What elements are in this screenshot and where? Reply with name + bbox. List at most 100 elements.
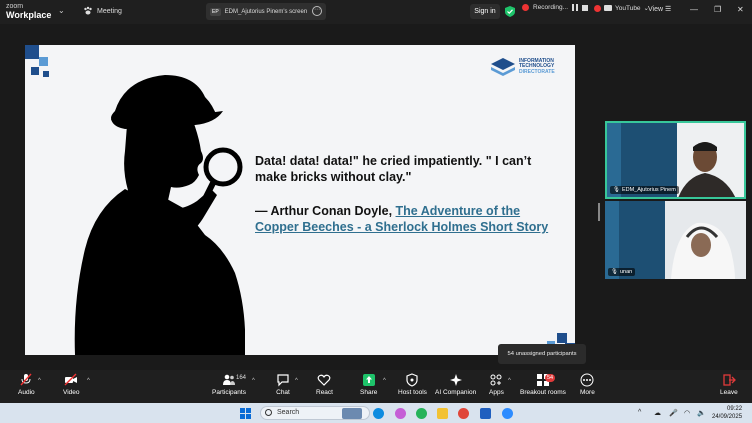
participant-name-tag: 🎙 EDM_Ajutorius Pinem bbox=[610, 186, 679, 194]
video-tile[interactable]: 🎙 unan bbox=[605, 201, 746, 279]
search-icon bbox=[265, 409, 272, 416]
restore-icon[interactable]: ❐ bbox=[714, 5, 721, 14]
host-tools-button[interactable]: Host tools bbox=[398, 373, 427, 396]
participant-name-tag: 🎙 unan bbox=[608, 268, 636, 276]
close-icon[interactable]: ✕ bbox=[737, 5, 744, 14]
chat-label: Chat bbox=[276, 389, 290, 396]
participants-icon bbox=[222, 374, 235, 385]
chevron-up-icon[interactable]: ^ bbox=[383, 378, 386, 384]
video-label: Video bbox=[63, 389, 80, 396]
recording-label: Recording... bbox=[533, 4, 569, 11]
breakout-badge: 54 bbox=[545, 374, 556, 382]
ai-companion-button[interactable]: AI Companion bbox=[435, 373, 476, 396]
share-button[interactable]: Share bbox=[360, 373, 377, 396]
react-button[interactable]: React bbox=[316, 373, 333, 396]
meeting-label: Meeting bbox=[97, 7, 122, 15]
share-label: Share bbox=[360, 389, 378, 396]
participants-count: 164 bbox=[236, 375, 247, 381]
mic-icon[interactable]: 🎤 bbox=[669, 409, 678, 417]
youtube-stream-indicator[interactable]: YouTube ⌄ bbox=[594, 4, 649, 12]
video-button[interactable]: Video bbox=[63, 373, 80, 396]
author-prefix: — Arthur Conan Doyle, bbox=[255, 204, 393, 218]
view-menu-icon: ☰ bbox=[665, 6, 672, 13]
microphone-muted-icon: 🎙 bbox=[613, 187, 620, 193]
copilot-icon[interactable] bbox=[395, 408, 406, 419]
meeting-toolbar: Audio ^ Video ^ Participants 164 ^ Chat … bbox=[0, 370, 752, 403]
sparkle-icon bbox=[449, 374, 462, 386]
video-off-icon bbox=[64, 373, 78, 386]
wifi-icon[interactable]: ◠ bbox=[684, 409, 690, 417]
chevron-up-icon[interactable]: ^ bbox=[87, 378, 90, 384]
pause-icon[interactable] bbox=[572, 4, 579, 11]
windows-start-icon[interactable] bbox=[240, 408, 251, 419]
microphone-muted-icon bbox=[20, 373, 32, 386]
chevron-up-icon[interactable]: ^ bbox=[508, 378, 511, 384]
zoom-taskbar-icon[interactable] bbox=[502, 408, 513, 419]
chevron-up-icon[interactable]: ^ bbox=[638, 409, 641, 416]
breakout-tooltip: 54 unassigned participants bbox=[498, 344, 586, 364]
youtube-label: YouTube bbox=[615, 4, 641, 12]
widget-icon[interactable] bbox=[342, 408, 362, 419]
chrome-icon[interactable] bbox=[458, 408, 469, 419]
leave-label: Leave bbox=[720, 389, 738, 396]
heart-icon bbox=[318, 374, 331, 386]
chat-button[interactable]: Chat bbox=[276, 373, 290, 396]
host-tools-label: Host tools bbox=[398, 389, 427, 396]
paw-icon bbox=[84, 6, 92, 15]
logo-line: DIRECTORATE bbox=[519, 68, 555, 75]
chevron-up-icon[interactable]: ^ bbox=[295, 378, 298, 384]
chat-icon bbox=[277, 374, 289, 387]
title-bar: zoom Workplace ⌄ Meeting EP EDM_Ajutoriu… bbox=[0, 0, 752, 24]
corner-squares-decoration bbox=[25, 45, 49, 77]
more-button[interactable]: More bbox=[580, 373, 595, 396]
more-label: More bbox=[580, 389, 595, 396]
video-tile[interactable]: 🎙 EDM_Ajutorius Pinem bbox=[605, 121, 746, 199]
recording-indicator[interactable]: Recording... bbox=[522, 4, 589, 11]
meeting-menu[interactable]: Meeting bbox=[83, 6, 122, 16]
more-icon bbox=[580, 373, 594, 387]
itd-logo-icon bbox=[491, 58, 515, 76]
shared-screen-title: EDM_Ajutorius Pinem's screen bbox=[224, 8, 308, 15]
react-label: React bbox=[316, 389, 333, 396]
slide-author: — Arthur Conan Doyle, The Adventure of t… bbox=[255, 203, 555, 235]
edge-icon[interactable] bbox=[373, 408, 384, 419]
youtube-icon bbox=[604, 5, 612, 11]
apps-button[interactable]: Apps bbox=[489, 373, 504, 396]
shield-check-icon[interactable] bbox=[505, 6, 515, 17]
audio-label: Audio bbox=[18, 389, 35, 396]
chevron-up-icon[interactable]: ^ bbox=[252, 378, 255, 384]
stop-icon[interactable] bbox=[582, 4, 589, 11]
shared-slide: INFORMATION TECHNOLOGY DIRECTORATE Data!… bbox=[25, 45, 575, 355]
participant-name: unan bbox=[619, 269, 633, 275]
presenter-avatar: EP bbox=[210, 7, 221, 16]
breakout-rooms-label: Breakout rooms bbox=[520, 389, 566, 396]
slide-quote: Data! data! data!" he cried impatiently.… bbox=[255, 154, 532, 184]
leave-icon bbox=[723, 374, 736, 386]
taskbar-clock[interactable]: 09:22 24/09/2025 bbox=[712, 405, 742, 421]
leave-button[interactable]: Leave bbox=[720, 373, 738, 396]
breakout-rooms-button[interactable]: Breakout rooms bbox=[520, 373, 566, 396]
chevron-up-icon[interactable]: ^ bbox=[38, 378, 41, 384]
speaker-icon[interactable]: 🔈 bbox=[697, 409, 706, 417]
view-menu[interactable]: View ☰ bbox=[648, 5, 671, 13]
shield-icon bbox=[406, 373, 419, 387]
brand-workplace: Workplace bbox=[6, 10, 52, 20]
panel-resize-handle[interactable] bbox=[598, 203, 600, 221]
apps-icon bbox=[490, 374, 502, 386]
clock-time: 09:22 bbox=[727, 406, 743, 412]
whatsapp-icon[interactable] bbox=[416, 408, 427, 419]
apps-label: Apps bbox=[489, 389, 504, 396]
shared-screen-tab[interactable]: EP EDM_Ajutorius Pinem's screen ⋯ bbox=[206, 3, 326, 20]
sherlock-silhouette-image bbox=[74, 75, 245, 355]
audio-button[interactable]: Audio bbox=[18, 373, 35, 396]
clock-date: 24/09/2025 bbox=[712, 414, 743, 420]
word-icon[interactable] bbox=[480, 408, 491, 419]
ai-companion-label: AI Companion bbox=[435, 389, 477, 396]
file-explorer-icon[interactable] bbox=[437, 408, 448, 419]
minimize-icon[interactable]: — bbox=[690, 5, 698, 14]
sign-in-button[interactable]: Sign in bbox=[470, 4, 500, 19]
more-options-icon[interactable]: ⋯ bbox=[312, 6, 322, 16]
chevron-down-icon[interactable]: ⌄ bbox=[58, 6, 65, 15]
cloud-icon[interactable]: ☁ bbox=[654, 409, 661, 417]
live-dot-icon bbox=[594, 4, 601, 12]
